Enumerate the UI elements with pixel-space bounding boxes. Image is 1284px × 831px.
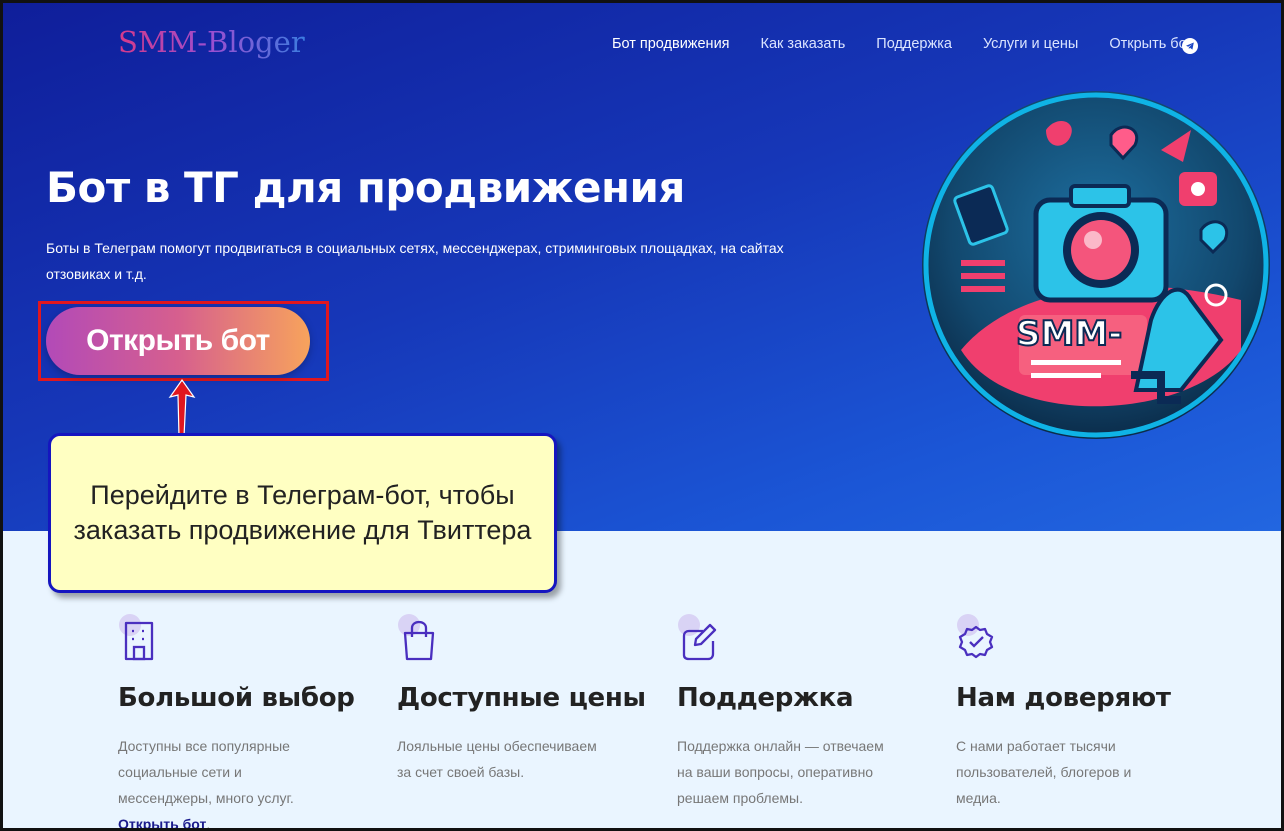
nav-link-bot-promotion[interactable]: Бот продвижения — [612, 36, 730, 52]
nav-link-support[interactable]: Поддержка — [876, 36, 952, 52]
site-logo[interactable]: SMM-Bloger — [118, 25, 305, 59]
feature-title: Большой выбор — [118, 683, 355, 713]
shopping-bag-icon — [397, 613, 437, 663]
feature-title: Нам доверяют — [956, 683, 1171, 713]
nav-link-services-prices[interactable]: Услуги и цены — [983, 36, 1078, 52]
building-icon — [118, 613, 158, 663]
main-nav: Бот продвижения Как заказать Поддержка У… — [581, 36, 1193, 52]
feature-text: С нами работает тысячи пользователей, бл… — [956, 738, 1132, 806]
edit-icon — [677, 613, 717, 663]
feature-text: Лояльные цены обеспечиваем за счет своей… — [397, 738, 597, 780]
feature-description: Доступны все популярные социальные сети … — [118, 738, 294, 806]
hero-subtitle: Боты в Телеграм помогут продвигаться в с… — [46, 240, 784, 282]
verified-badge-icon — [956, 613, 996, 663]
smm-illustration: SMM- — [921, 90, 1271, 440]
svg-text:SMM-: SMM- — [1016, 314, 1122, 354]
hero-title: Бот в ТГ для продвижения — [46, 163, 685, 212]
page-frame: SMM-Bloger Бот продвижения Как заказать … — [0, 0, 1284, 831]
telegram-icon[interactable] — [1182, 38, 1198, 54]
feature-title: Доступные цены — [397, 683, 646, 713]
feature-open-bot-link[interactable]: Открыть бот — [118, 816, 206, 828]
feature-title: Поддержка — [677, 683, 854, 713]
nav-link-how-to-order[interactable]: Как заказать — [761, 36, 846, 52]
feature-text: Поддержка онлайн — отвечаем на ваши вопр… — [677, 738, 884, 806]
instruction-callout: Перейдите в Телеграм-бот, чтобы заказать… — [48, 433, 557, 593]
callout-arrow — [168, 378, 196, 438]
nav-link-open-bot[interactable]: Открыть бот — [1109, 36, 1193, 52]
open-bot-button[interactable]: Открыть бот — [46, 307, 310, 375]
feature-text: Доступны все популярные социальные сети … — [118, 733, 333, 831]
link-suffix: . — [206, 816, 211, 831]
